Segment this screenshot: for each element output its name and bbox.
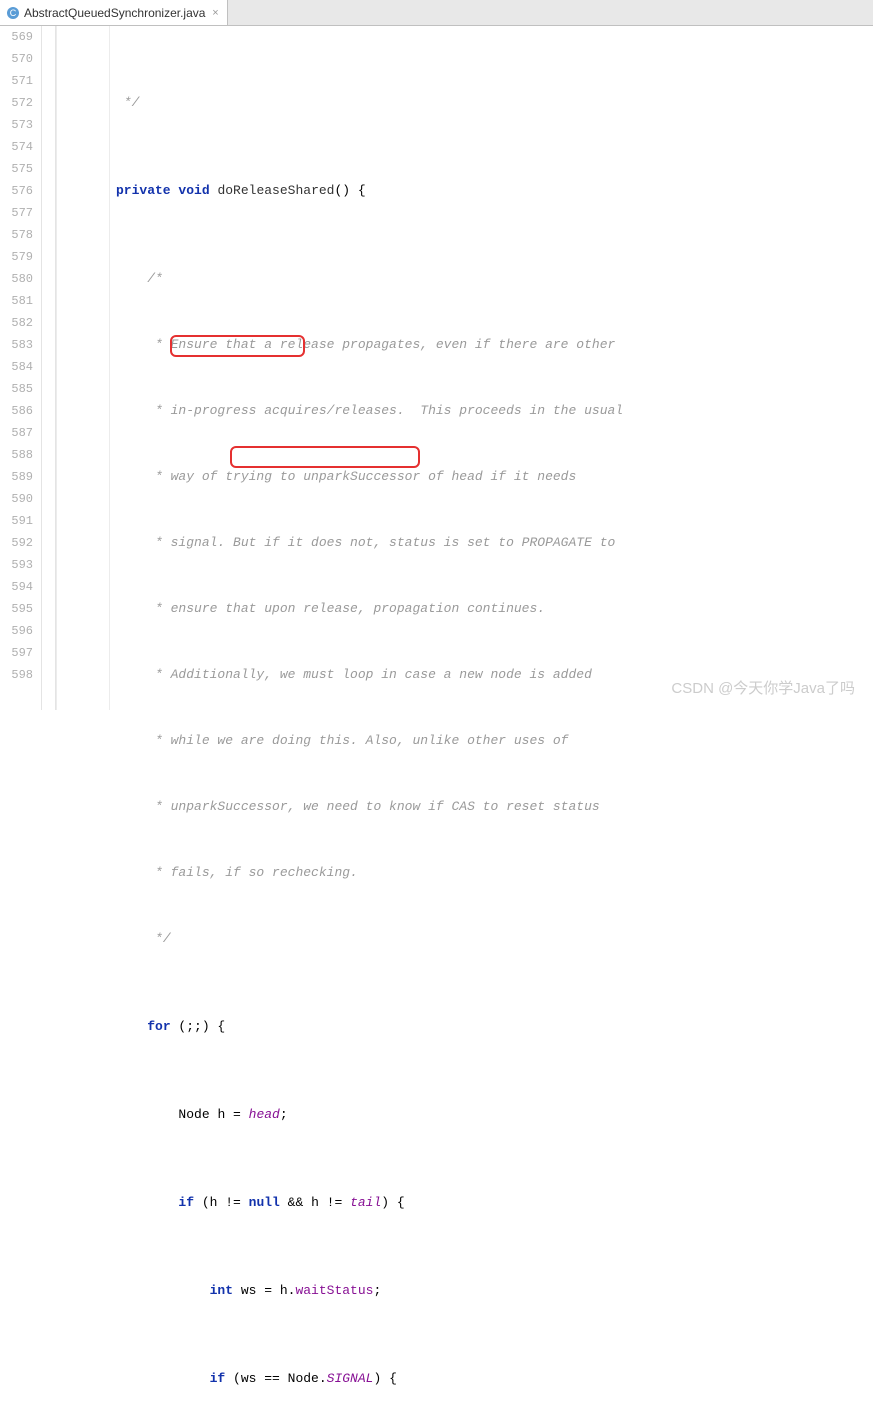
line-number: 569 bbox=[0, 26, 33, 48]
line-number: 572 bbox=[0, 92, 33, 114]
line-number: 580 bbox=[0, 268, 33, 290]
line-number: 589 bbox=[0, 466, 33, 488]
watermark-text: CSDN @今天你学Java了吗 bbox=[671, 677, 855, 698]
line-number: 587 bbox=[0, 422, 33, 444]
line-number: 577 bbox=[0, 202, 33, 224]
svg-text:C: C bbox=[10, 8, 17, 18]
code-line: private void doReleaseShared() { bbox=[110, 180, 873, 202]
line-number: 594 bbox=[0, 576, 33, 598]
line-number: 573 bbox=[0, 114, 33, 136]
keyword: if bbox=[178, 1195, 194, 1210]
comment-text: */ bbox=[116, 931, 171, 946]
field-ref: head bbox=[249, 1107, 280, 1122]
comment-text: */ bbox=[116, 95, 139, 110]
comment-text: * while we are doing this. Also, unlike … bbox=[116, 733, 569, 748]
comment-text: * unparkSuccessor, we need to know if CA… bbox=[116, 799, 600, 814]
line-number: 583 bbox=[0, 334, 33, 356]
method-name: doReleaseShared bbox=[217, 183, 334, 198]
keyword: null bbox=[249, 1195, 280, 1210]
line-number: 592 bbox=[0, 532, 33, 554]
line-number: 581 bbox=[0, 290, 33, 312]
line-number: 588 bbox=[0, 444, 33, 466]
annotation-box bbox=[230, 446, 420, 468]
keyword: for bbox=[147, 1019, 170, 1034]
line-number: 571 bbox=[0, 70, 33, 92]
editor-tab[interactable]: C AbstractQueuedSynchronizer.java × bbox=[0, 0, 228, 25]
line-number: 574 bbox=[0, 136, 33, 158]
code-line: int ws = h.waitStatus; bbox=[110, 1280, 873, 1302]
comment-text: * in-progress acquires/releases. This pr… bbox=[116, 403, 623, 418]
keyword: private bbox=[116, 183, 171, 198]
line-number: 585 bbox=[0, 378, 33, 400]
tab-bar: C AbstractQueuedSynchronizer.java × bbox=[0, 0, 873, 26]
comment-text: * Ensure that a release propagates, even… bbox=[116, 337, 615, 352]
indent-guide-column bbox=[56, 26, 110, 710]
line-number-gutter: 5695705715725735745755765775785795805815… bbox=[0, 26, 42, 710]
constant-ref: SIGNAL bbox=[327, 1371, 374, 1386]
comment-text: * signal. But if it does not, status is … bbox=[116, 535, 615, 550]
line-number: 597 bbox=[0, 642, 33, 664]
line-number: 596 bbox=[0, 620, 33, 642]
code-line: if (h != null && h != tail) { bbox=[110, 1192, 873, 1214]
comment-text: * ensure that upon release, propagation … bbox=[116, 601, 545, 616]
line-number: 578 bbox=[0, 224, 33, 246]
comment-text: * fails, if so rechecking. bbox=[116, 865, 358, 880]
line-number: 586 bbox=[0, 400, 33, 422]
type-name: Node bbox=[178, 1107, 209, 1122]
comment-text: * Additionally, we must loop in case a n… bbox=[116, 667, 592, 682]
code-editor[interactable]: 5695705715725735745755765775785795805815… bbox=[0, 26, 873, 710]
code-line: for (;;) { bbox=[110, 1016, 873, 1038]
keyword: void bbox=[178, 183, 209, 198]
close-icon[interactable]: × bbox=[209, 7, 221, 19]
line-number: 582 bbox=[0, 312, 33, 334]
line-number: 590 bbox=[0, 488, 33, 510]
keyword: if bbox=[210, 1371, 226, 1386]
comment-text: /* bbox=[116, 271, 163, 286]
line-number: 576 bbox=[0, 180, 33, 202]
line-number: 575 bbox=[0, 158, 33, 180]
code-line: if (ws == Node.SIGNAL) { bbox=[110, 1368, 873, 1390]
line-number: 595 bbox=[0, 598, 33, 620]
line-number: 584 bbox=[0, 356, 33, 378]
line-number: 579 bbox=[0, 246, 33, 268]
java-class-icon: C bbox=[6, 6, 20, 20]
fold-column bbox=[42, 26, 56, 710]
code-line: Node h = head; bbox=[110, 1104, 873, 1126]
line-number: 591 bbox=[0, 510, 33, 532]
line-number: 598 bbox=[0, 664, 33, 686]
line-number: 570 bbox=[0, 48, 33, 70]
tab-filename: AbstractQueuedSynchronizer.java bbox=[24, 6, 205, 20]
line-number: 593 bbox=[0, 554, 33, 576]
field-ref: tail bbox=[350, 1195, 381, 1210]
code-content[interactable]: */ private void doReleaseShared() { /* *… bbox=[110, 26, 873, 710]
comment-text: * way of trying to unparkSuccessor of he… bbox=[116, 469, 576, 484]
field-ref: waitStatus bbox=[295, 1283, 373, 1298]
keyword: int bbox=[210, 1283, 233, 1298]
